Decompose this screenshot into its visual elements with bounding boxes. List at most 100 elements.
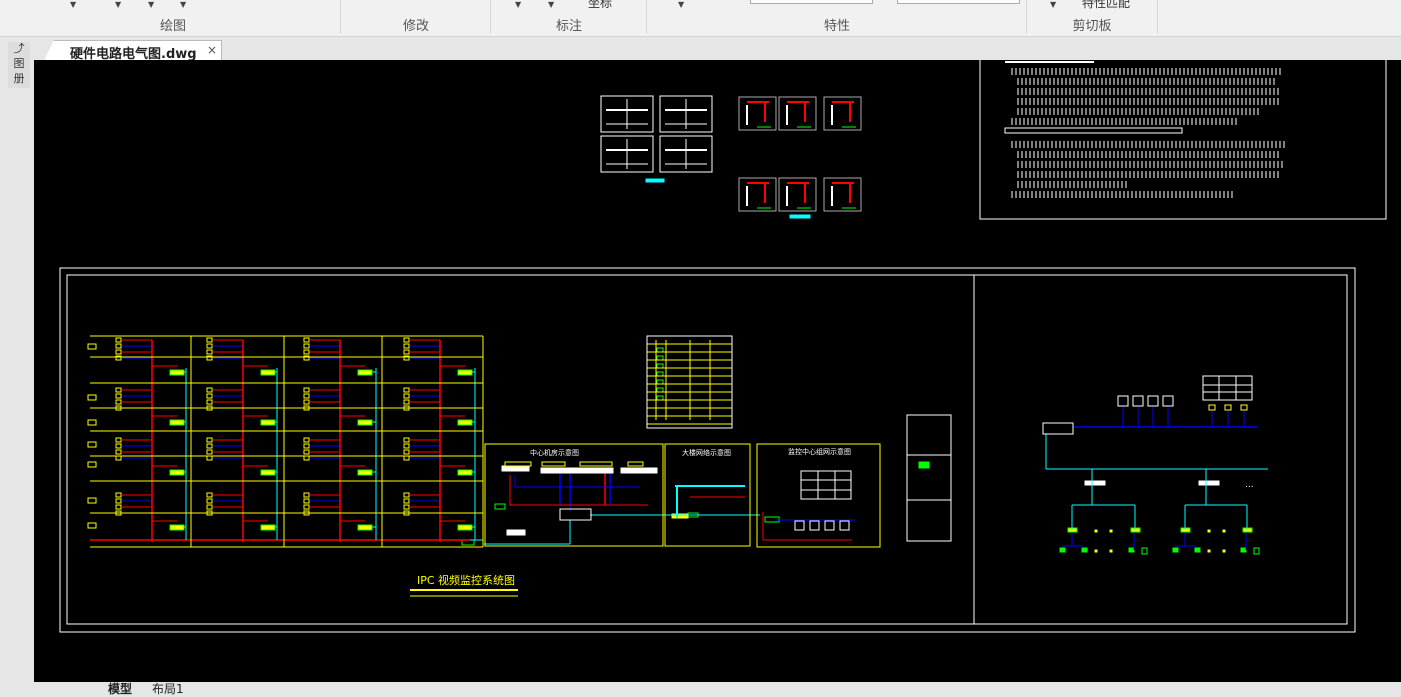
coordinate-button[interactable]: 坐标 bbox=[588, 0, 612, 11]
panel-title: 中心机房示意图 bbox=[530, 448, 579, 457]
divider bbox=[340, 0, 341, 34]
device-icon bbox=[403, 449, 410, 455]
device-icon bbox=[303, 349, 310, 355]
dot bbox=[1222, 549, 1226, 553]
device-icon bbox=[403, 343, 410, 349]
rack-label bbox=[627, 461, 644, 467]
workstation-icon bbox=[1147, 395, 1159, 407]
floor-label bbox=[87, 461, 97, 468]
toolbar-item[interactable]: ⤴ bbox=[8, 42, 30, 57]
rack-label bbox=[579, 461, 613, 467]
device-icon bbox=[403, 393, 410, 399]
ellipsis-label: ... bbox=[1245, 480, 1254, 490]
panel-title: 大楼网络示意图 bbox=[682, 448, 731, 457]
device-icon bbox=[403, 387, 410, 393]
device-icon bbox=[206, 449, 213, 455]
device-icon bbox=[303, 455, 310, 461]
device-icon bbox=[115, 455, 122, 461]
drawing-title: IPC 视频监控系统图 bbox=[417, 573, 515, 587]
switch-icon bbox=[260, 369, 276, 376]
device-icon bbox=[303, 449, 310, 455]
rack-label bbox=[504, 461, 532, 467]
document-tab[interactable]: 硬件电路电气图.dwg × bbox=[44, 40, 222, 61]
access-switch bbox=[1198, 480, 1220, 486]
device-icon bbox=[303, 343, 310, 349]
switch-icon bbox=[169, 369, 185, 376]
left-toolbar: ⤴ 图 册 bbox=[8, 42, 30, 88]
decoder-icon bbox=[1208, 404, 1216, 411]
match-properties-button[interactable]: 特性匹配 bbox=[1082, 0, 1130, 11]
legend-icon bbox=[656, 347, 664, 353]
switch-icon bbox=[357, 419, 373, 426]
camera-icon bbox=[1081, 547, 1088, 553]
toolbar-item[interactable]: 册 bbox=[8, 72, 30, 87]
dropdown-arrow-icon[interactable]: ▼ bbox=[1050, 0, 1056, 9]
device-icon bbox=[303, 437, 310, 443]
device-icon bbox=[206, 387, 213, 393]
drawing-canvas[interactable]: IPC 视频监控系统图 中心机房示意图 大楼网络示意图 监控中心组网示意图 ..… bbox=[34, 54, 1401, 682]
dropdown-arrow-icon[interactable]: ▼ bbox=[70, 0, 76, 9]
floor-label bbox=[87, 441, 97, 448]
label-block bbox=[700, 493, 746, 505]
dot bbox=[1109, 549, 1113, 553]
monitor-icon bbox=[794, 520, 805, 531]
dropdown-arrow-icon[interactable]: ▼ bbox=[115, 0, 121, 9]
camera-icon bbox=[1059, 547, 1066, 553]
notes-frame bbox=[979, 54, 1387, 220]
decoder-icon bbox=[1224, 404, 1232, 411]
device-icon bbox=[115, 443, 122, 449]
device-icon bbox=[403, 437, 410, 443]
camera-icon bbox=[1128, 547, 1135, 553]
floor-label bbox=[87, 394, 97, 401]
dropdown-arrow-icon[interactable]: ▼ bbox=[180, 0, 186, 9]
device-icon bbox=[115, 349, 122, 355]
switch-icon bbox=[260, 419, 276, 426]
legend-icon bbox=[656, 371, 664, 377]
detail-icon bbox=[918, 461, 930, 469]
device-icon bbox=[206, 399, 213, 405]
workstation-icon bbox=[1117, 395, 1129, 407]
panel-title: 监控中心组网示意图 bbox=[788, 447, 851, 456]
dropdown-arrow-icon[interactable]: ▼ bbox=[515, 0, 521, 9]
switch-icon bbox=[169, 469, 185, 476]
dropdown-arrow-icon[interactable]: ▼ bbox=[148, 0, 154, 9]
dropdown-arrow-icon[interactable]: ▼ bbox=[678, 0, 684, 9]
device-icon bbox=[403, 455, 410, 461]
core-switch bbox=[1042, 422, 1074, 435]
device-icon bbox=[115, 492, 122, 498]
layer-select[interactable] bbox=[750, 0, 873, 4]
toolbar-item[interactable]: 图 bbox=[8, 57, 30, 72]
device-icon bbox=[403, 349, 410, 355]
legend-icon bbox=[656, 387, 664, 393]
workstation-icon bbox=[1132, 395, 1144, 407]
dropdown-arrow-icon[interactable]: ▼ bbox=[548, 0, 554, 9]
server-icon bbox=[620, 467, 658, 474]
server-icon bbox=[577, 467, 614, 474]
rack-label bbox=[541, 461, 566, 467]
device-icon bbox=[303, 443, 310, 449]
device-icon bbox=[115, 393, 122, 399]
divider bbox=[1026, 0, 1027, 34]
close-icon[interactable]: × bbox=[207, 43, 217, 57]
detail-strip bbox=[906, 414, 952, 542]
device-icon bbox=[206, 498, 213, 504]
camera-icon bbox=[1240, 547, 1247, 553]
device-icon bbox=[494, 503, 506, 510]
device-icon bbox=[206, 393, 213, 399]
divider bbox=[646, 0, 647, 34]
dot bbox=[1109, 529, 1113, 533]
legend-icon bbox=[656, 363, 664, 369]
device-icon bbox=[115, 343, 122, 349]
device-icon bbox=[206, 455, 213, 461]
device-icon bbox=[115, 437, 122, 443]
ribbon-group-clipboard: 剪切板 bbox=[1072, 19, 1112, 34]
device-icon bbox=[303, 504, 310, 510]
color-select[interactable] bbox=[897, 0, 1020, 4]
device-icon bbox=[303, 337, 310, 343]
device-icon bbox=[303, 492, 310, 498]
server-icon bbox=[501, 465, 530, 472]
legend-icon bbox=[656, 355, 664, 361]
switch-icon bbox=[457, 469, 473, 476]
switch-icon bbox=[169, 524, 185, 531]
decoder-icon bbox=[1240, 404, 1248, 411]
